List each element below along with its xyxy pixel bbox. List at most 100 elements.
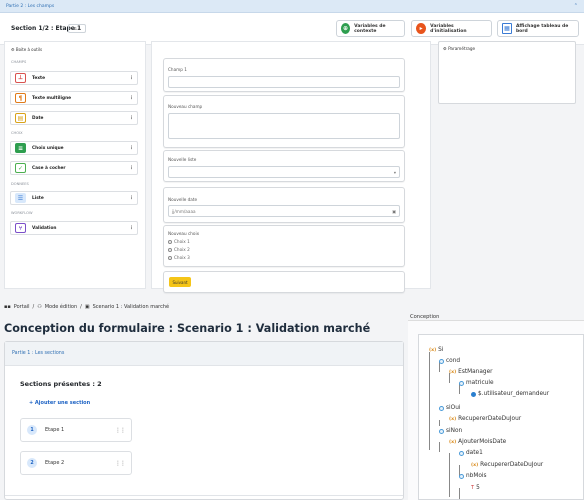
drag-handle-icon[interactable]: ⋮⋮ — [115, 460, 126, 467]
tree-node-ajouter[interactable]: (ⅹ) AjouterMoisDate — [449, 439, 506, 445]
tree-node-label: RecupererDateDuJour — [458, 416, 522, 422]
tree-node-label: nbMois — [466, 473, 487, 479]
multiline-text-icon: ¶ — [15, 93, 26, 103]
toolbox-item-label: Date — [32, 115, 44, 121]
play-icon: ▸ — [416, 23, 427, 34]
document-icon: ▣ — [84, 304, 90, 310]
tree-node-label: RecupererDateDuJour — [480, 462, 544, 468]
tree-node-date1[interactable]: date1 — [459, 450, 483, 456]
tree-node-nbmois[interactable]: nbMois — [459, 473, 487, 479]
context-variables-label: Variables de contexte — [354, 23, 386, 34]
breadcrumb-scenario: Scenario 1 : Validation marché — [92, 304, 170, 310]
radio-choix-1[interactable]: Choix 1 — [168, 239, 190, 244]
part-title: Partie 2 : Les champs — [6, 3, 55, 9]
radio-choix-3[interactable]: Choix 3 — [168, 255, 190, 260]
function-icon: (ⅹ) — [429, 347, 437, 353]
field-label: Nouvelle date — [168, 197, 198, 202]
globe-icon: ⊕ — [341, 23, 351, 34]
sections-header-label: Partie 1 : Les sections — [12, 351, 65, 356]
text-icon: ⟂ — [15, 73, 26, 83]
dashboard-label: Affichage tableau de bord — [515, 23, 569, 34]
globe-filled-icon — [471, 391, 476, 397]
drag-handle-icon[interactable]: ⋮⋮ — [115, 427, 126, 434]
tree-node-recuperer1[interactable]: (ⅹ) RecupererDateDuJour — [449, 416, 521, 422]
toolbox-item-label: Validation — [32, 225, 57, 231]
tree-node-label: Si — [438, 347, 444, 353]
radio-icon[interactable] — [168, 247, 172, 252]
drag-handle-icon[interactable]: ⋮ — [129, 225, 134, 231]
tree-node-si[interactable]: (ⅹ) Si — [429, 347, 443, 353]
divider — [5, 495, 403, 496]
field-card-submit — [163, 271, 405, 293]
radio-icon[interactable] — [168, 239, 172, 244]
tree-node-matricule[interactable]: matricule — [459, 380, 494, 386]
list-choice-icon: ≡ — [15, 143, 26, 153]
tree-node-label: AjouterMoisDate — [458, 439, 507, 445]
section-item-1[interactable]: 1 Etape 1 ⋮⋮ — [20, 418, 132, 442]
toolbox-item-case-a-cocher[interactable]: ✓ Case à cocher ⋮ — [10, 161, 138, 175]
toolbox-item-date[interactable]: ▤ Date ⋮ — [10, 111, 138, 125]
chevron-down-icon: ▾ — [393, 169, 396, 175]
page-title: Conception du formulaire : Scenario 1 : … — [4, 322, 371, 335]
radio-icon[interactable] — [168, 255, 172, 260]
toolbox-item-label: Liste — [32, 195, 44, 201]
section-item-2[interactable]: 2 Etape 2 ⋮⋮ — [20, 451, 132, 475]
tree-node-estmanager[interactable]: (ⅹ) EstManager — [449, 369, 493, 375]
tree-node-five[interactable]: T5 — [471, 485, 480, 491]
breadcrumb: ▪▪ Portail / ⚇ Mode édition / ▣ Scenario… — [4, 304, 169, 310]
nouvelle-liste-select[interactable]: ▾ — [168, 166, 400, 178]
tree-node-recuperer2[interactable]: (ⅹ) RecupererDateDuJour — [471, 462, 543, 468]
context-variables-button[interactable]: ⊕ Variables de contexte — [336, 20, 405, 37]
drag-handle-icon[interactable]: ⋮ — [129, 195, 134, 201]
list-icon: ☰ — [15, 193, 26, 203]
breadcrumb-mode[interactable]: Mode édition — [45, 304, 77, 310]
drag-handle-icon[interactable]: ⋮ — [129, 145, 134, 151]
tree-node-user[interactable]: $.utilisateur_demandeur — [471, 391, 549, 397]
workflow-icon: ⑂ — [15, 223, 26, 233]
calendar-icon[interactable]: ▣ — [392, 209, 396, 214]
checkbox-icon: ✓ — [15, 163, 26, 173]
tree-node-sioui[interactable]: siOui — [439, 405, 460, 411]
champ1-input[interactable] — [168, 76, 400, 88]
init-variables-button[interactable]: ▸ Variables d'initialisation — [411, 20, 492, 37]
add-section-button[interactable]: + Ajouter une section — [29, 400, 90, 406]
nouveau-champ-textarea[interactable] — [168, 113, 400, 139]
nouvelle-date-input[interactable]: jj/mm/aaaa ▣ — [168, 205, 400, 217]
radio-label: Choix 3 — [174, 255, 190, 260]
toolbox-item-label: Texte multiligne — [32, 95, 72, 101]
suivant-button[interactable]: Suivant — [169, 277, 191, 287]
tree-node-label: siNon — [446, 428, 463, 434]
globe-icon — [459, 473, 464, 479]
toolbox-item-texte-multiligne[interactable]: ¶ Texte multiligne ⋮ — [10, 91, 138, 105]
toolbox-item-liste[interactable]: ☰ Liste ⋮ — [10, 191, 138, 205]
breadcrumb-separator: / — [80, 304, 82, 310]
toolbox-item-label: Case à cocher — [32, 165, 66, 171]
tree-node-sinon[interactable]: siNon — [439, 428, 462, 434]
dashboard-button[interactable]: ▦ Affichage tableau de bord — [497, 20, 579, 37]
sections-header[interactable]: Partie 1 : Les sections — [5, 342, 403, 366]
tree-node-cond[interactable]: cond — [439, 358, 460, 364]
drag-handle-icon[interactable]: ⋮ — [129, 95, 134, 101]
field-card-nouveau-choix[interactable] — [163, 225, 405, 267]
toolbox-item-validation[interactable]: ⑂ Validation ⋮ — [10, 221, 138, 235]
part-header[interactable]: Partie 2 : Les champs ⌃ — [0, 0, 584, 13]
toolbox-item-choix-unique[interactable]: ≡ Choix unique ⋮ — [10, 141, 138, 155]
section-selector[interactable]: ⇅ ▾ — [68, 24, 86, 33]
drag-handle-icon[interactable]: ⋮ — [129, 115, 134, 121]
radio-label: Choix 2 — [174, 247, 190, 252]
globe-icon — [439, 428, 444, 434]
drag-handle-icon[interactable]: ⋮ — [129, 165, 134, 171]
collapse-chevron-icon[interactable]: ⌃ — [574, 3, 578, 9]
radio-choix-2[interactable]: Choix 2 — [168, 247, 190, 252]
breadcrumb-portal[interactable]: Portail — [14, 304, 30, 310]
globe-icon — [459, 450, 464, 456]
category-workflow: WORKFLOW — [11, 211, 33, 215]
toolbox-item-texte[interactable]: ⟂ Texte ⋮ — [10, 71, 138, 85]
calendar-icon: ▤ — [15, 113, 26, 123]
date-placeholder: jj/mm/aaaa — [172, 208, 196, 214]
drag-handle-icon[interactable]: ⋮ — [129, 75, 134, 81]
field-label: Nouveau champ — [168, 104, 203, 109]
conception-title: Conception — [410, 314, 440, 320]
field-label: Champ 1 — [168, 67, 187, 72]
tree-node-label: EstManager — [458, 369, 493, 375]
